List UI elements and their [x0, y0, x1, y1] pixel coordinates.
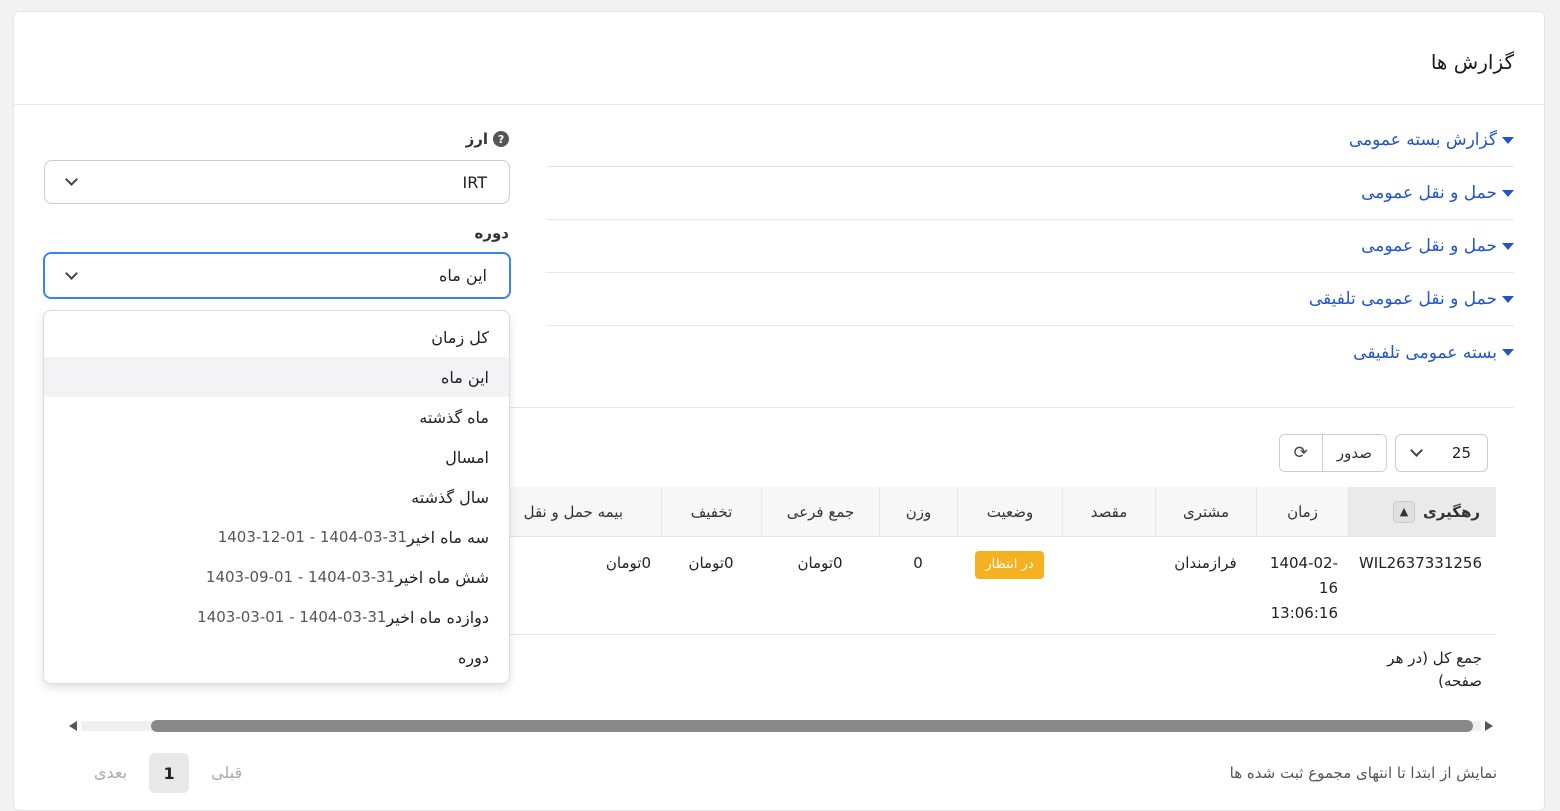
cell-destination: [1062, 537, 1155, 634]
accordion-label: حمل و نقل عمومی: [1361, 183, 1497, 203]
column-header-label: بیمه حمل و نقل: [523, 502, 623, 521]
column-subtotal[interactable]: جمع فرعی: [761, 487, 879, 536]
column-tracking[interactable]: رهگیری ▲: [1348, 487, 1496, 536]
column-header-label: وزن: [905, 502, 932, 521]
scroll-thumb[interactable]: [151, 720, 1473, 732]
option-label: امسال: [445, 447, 489, 467]
accordion-label: حمل و نقل عمومی تلفیقی: [1308, 289, 1497, 309]
currency-label: ? ارز: [466, 130, 509, 148]
accordion-combined-public-transport[interactable]: حمل و نقل عمومی تلفیقی: [546, 273, 1514, 326]
pagination: بعدی 1 قبلی: [94, 753, 242, 793]
option-range: 1403-12-01 - 1404-03-31: [217, 528, 408, 546]
period-value: این ماه: [439, 266, 487, 285]
currency-label-text: ارز: [465, 130, 488, 148]
caret-down-icon: [1502, 189, 1514, 197]
report-table: رهگیری ▲ زمان مشتری مقصد وضعیت وزن جمع ف…: [376, 487, 1496, 705]
refresh-button[interactable]: ⟳: [1279, 435, 1323, 471]
pagination-current-page[interactable]: 1: [149, 753, 190, 793]
currency-select[interactable]: IRT: [44, 160, 510, 204]
period-option-this-month[interactable]: این ماه: [44, 357, 509, 397]
cell-customer: فرازمندان: [1174, 554, 1237, 572]
cell-status: در انتظار: [957, 537, 1062, 634]
accordion-label: گزارش بسته عمومی: [1348, 130, 1497, 150]
accordion-label: بسته عمومی تلفیقی: [1353, 342, 1497, 363]
page-size-select[interactable]: 25: [1395, 434, 1488, 472]
cell-discount: 0تومان: [688, 554, 734, 572]
cell-time: 1404-02-16 13:06:16: [1269, 554, 1338, 622]
accordion-label: حمل و نقل عمومی: [1361, 236, 1497, 256]
column-destination[interactable]: مقصد: [1062, 487, 1155, 536]
option-label: این ماه: [441, 367, 489, 387]
period-option-this-year[interactable]: امسال: [44, 437, 509, 477]
column-time[interactable]: زمان: [1256, 487, 1348, 536]
chevron-down-icon: [1410, 444, 1423, 457]
option-range: 1403-09-01 - 1404-03-31: [205, 568, 396, 586]
period-option-custom[interactable]: دوره: [44, 637, 509, 677]
period-option-last-year[interactable]: سال گذشته: [44, 477, 509, 517]
column-header-label: تخفیف: [690, 502, 733, 521]
accordion-combined-public-package[interactable]: بسته عمومی تلفیقی: [546, 326, 1514, 379]
column-header-label: جمع فرعی: [786, 502, 855, 521]
column-weight[interactable]: وزن: [879, 487, 957, 536]
caret-down-icon: [1502, 136, 1514, 144]
caret-down-icon: [1502, 242, 1514, 250]
status-badge: در انتظار: [975, 551, 1044, 579]
option-label: کل زمان: [431, 327, 489, 347]
table-header-row: رهگیری ▲ زمان مشتری مقصد وضعیت وزن جمع ف…: [376, 487, 1496, 537]
table-footer-total: جمع کل (در هر صفحه): [1387, 649, 1482, 690]
currency-value: IRT: [462, 172, 487, 192]
period-option-last-month[interactable]: ماه گذشته: [44, 397, 509, 437]
scroll-right-icon[interactable]: [1485, 721, 1493, 731]
pagination-prev[interactable]: قبلی: [211, 763, 242, 782]
caret-down-icon: [1502, 349, 1514, 356]
table-toolbar: 25 صدور ⟳: [1278, 434, 1488, 472]
cell-subtotal: 0تومان: [797, 554, 843, 572]
card-header: گزارش ها: [14, 12, 1544, 105]
period-label: دوره: [474, 224, 509, 242]
pagination-next[interactable]: بعدی: [94, 763, 127, 782]
cell-tracking[interactable]: WIL2637331256: [1348, 537, 1496, 634]
option-label: شش ماه اخیر: [395, 567, 489, 587]
column-header-label: رهگیری: [1423, 502, 1480, 521]
showing-entries-text: نمایش از ابتدا تا انتهای مجموع ثبت شده ه…: [1229, 764, 1497, 782]
horizontal-scrollbar[interactable]: [69, 717, 1493, 735]
column-header-label: وضعیت: [986, 502, 1034, 521]
accordion-public-transport-2[interactable]: حمل و نقل عمومی: [546, 220, 1514, 273]
column-header-label: مقصد: [1090, 502, 1128, 521]
report-accordion: گزارش بسته عمومی حمل و نقل عمومی حمل و ن…: [546, 114, 1514, 379]
period-select[interactable]: این ماه: [43, 252, 511, 299]
period-option-last-12-months[interactable]: دوازده ماه اخیر 1403-03-01 - 1404-03-31: [44, 597, 509, 637]
column-discount[interactable]: تخفیف: [661, 487, 761, 536]
period-dropdown-menu: کل زمان این ماه ماه گذشته امسال سال گذشت…: [43, 310, 510, 684]
option-label: سه ماه اخیر: [407, 527, 489, 547]
period-option-all-time[interactable]: کل زمان: [44, 317, 509, 357]
period-label-text: دوره: [474, 224, 509, 242]
table-row[interactable]: WIL2637331256 1404-02-16 13:06:16 فرازمن…: [376, 537, 1496, 635]
accordion-general-package-report[interactable]: گزارش بسته عمومی: [546, 114, 1514, 167]
cell-weight: 0: [913, 554, 923, 572]
period-option-last-6-months[interactable]: شش ماه اخیر 1403-09-01 - 1404-03-31: [44, 557, 509, 597]
column-customer[interactable]: مشتری: [1155, 487, 1256, 536]
column-header-label: مشتری: [1183, 502, 1229, 521]
option-label: دوازده ماه اخیر: [386, 607, 489, 627]
option-range: 1403-03-01 - 1404-03-31: [197, 608, 387, 626]
option-label: ماه گذشته: [419, 407, 489, 427]
export-button-group: صدور ⟳: [1278, 434, 1387, 472]
page-title: گزارش ها: [1430, 50, 1514, 74]
option-label: دوره: [458, 647, 489, 667]
export-button[interactable]: صدور: [1322, 435, 1386, 471]
period-option-last-3-months[interactable]: سه ماه اخیر 1403-12-01 - 1404-03-31: [44, 517, 509, 557]
help-icon[interactable]: ?: [493, 131, 509, 147]
column-status[interactable]: وضعیت: [957, 487, 1062, 536]
column-header-label: زمان: [1287, 502, 1318, 521]
option-label: سال گذشته: [411, 487, 489, 507]
refresh-icon: ⟳: [1293, 443, 1308, 463]
scroll-left-icon[interactable]: [69, 721, 77, 731]
page-size-value: 25: [1451, 444, 1471, 462]
sort-asc-icon[interactable]: ▲: [1393, 500, 1416, 523]
caret-down-icon: [1502, 295, 1514, 303]
accordion-public-transport-1[interactable]: حمل و نقل عمومی: [546, 167, 1514, 220]
